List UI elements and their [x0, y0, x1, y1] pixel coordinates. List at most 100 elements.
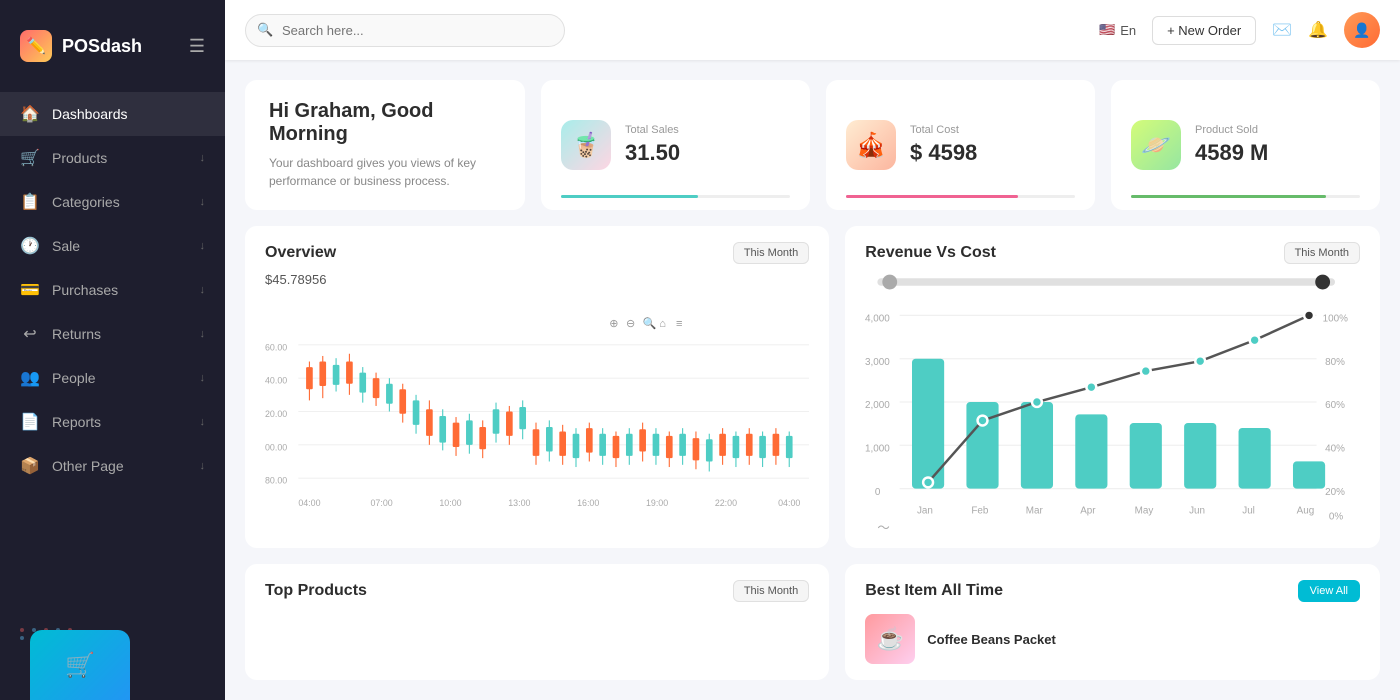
svg-text:07:00: 07:00: [371, 498, 393, 508]
sidebar-item-returns[interactable]: ↩ Returns ↓: [0, 312, 225, 356]
chevron-down-icon: ↓: [200, 240, 206, 252]
svg-text:≡: ≡: [676, 318, 682, 330]
svg-text:3,000: 3,000: [865, 357, 890, 368]
stat-card-total-cost: 🎪 Total Cost $ 4598: [826, 80, 1095, 210]
stat-value-product: 4589 M: [1195, 140, 1360, 166]
chevron-down-icon: ↓: [200, 460, 206, 472]
main-area: 🔍 🇺🇸 En + New Order ✉️ 🔔 👤 Hi Graham, Go…: [225, 0, 1400, 700]
svg-text:Jun: Jun: [1189, 505, 1205, 516]
sidebar-item-label: Categories: [52, 194, 120, 210]
overview-chart-value: $45.78956: [265, 272, 809, 287]
revenue-bar-chart: 4,000 3,000 2,000 1,000 0 100% 80% 60% 4…: [865, 272, 1360, 532]
item-thumbnail: ☕: [865, 614, 915, 664]
sidebar-item-purchases[interactable]: 💳 Purchases ↓: [0, 268, 225, 312]
stat-value-cost: $ 4598: [910, 140, 1075, 166]
logo-icon: ✏️: [20, 30, 52, 62]
welcome-title: Hi Graham, Good Morning: [269, 100, 501, 146]
svg-text:04:00: 04:00: [778, 498, 800, 508]
revenue-chart-title: Revenue Vs Cost: [865, 244, 996, 262]
purchases-icon: 💳: [20, 280, 40, 300]
stat-info-sales: Total Sales 31.50: [625, 124, 790, 166]
language-selector[interactable]: 🇺🇸 En: [1099, 22, 1136, 38]
stat-icon-sales: 🧋: [561, 120, 611, 170]
revenue-chart-card: Revenue Vs Cost This Month 4,000 3,000: [845, 226, 1380, 548]
sidebar-item-label: Returns: [52, 326, 101, 342]
stat-bar-fill-sales: [561, 195, 698, 198]
returns-icon: ↩: [20, 324, 40, 344]
sidebar-item-label: People: [52, 370, 96, 386]
dashboards-icon: 🏠: [20, 104, 40, 124]
svg-text:04:00: 04:00: [298, 498, 320, 508]
svg-text:00.00: 00.00: [265, 442, 287, 452]
hamburger-icon[interactable]: ☰: [189, 36, 205, 57]
top-products-period-button[interactable]: This Month: [733, 580, 809, 602]
chevron-down-icon: ↓: [200, 416, 206, 428]
welcome-card: Hi Graham, Good Morning Your dashboard g…: [245, 80, 525, 210]
search-box: 🔍: [245, 14, 565, 47]
svg-text:⊖: ⊖: [626, 318, 635, 330]
stat-bar-sales: [561, 195, 790, 198]
stat-info-product: Product Sold 4589 M: [1195, 124, 1360, 166]
svg-text:May: May: [1135, 505, 1154, 516]
stat-label-sales: Total Sales: [625, 124, 790, 136]
content: Hi Graham, Good Morning Your dashboard g…: [225, 60, 1400, 700]
chevron-down-icon: ↓: [200, 328, 206, 340]
stat-card-total-sales: 🧋 Total Sales 31.50: [541, 80, 810, 210]
svg-text:20%: 20%: [1325, 487, 1345, 498]
svg-text:100%: 100%: [1323, 314, 1348, 325]
sidebar-item-people[interactable]: 👥 People ↓: [0, 356, 225, 400]
stat-value-sales: 31.50: [625, 140, 790, 166]
revenue-period-button[interactable]: This Month: [1284, 242, 1360, 264]
sidebar-item-dashboards[interactable]: 🏠 Dashboards: [0, 92, 225, 136]
sidebar-item-products[interactable]: 🛒 Products ↓: [0, 136, 225, 180]
svg-text:80%: 80%: [1325, 357, 1345, 368]
overview-chart-title: Overview: [265, 244, 336, 262]
best-items-card: Best Item All Time View All ☕ Coffee Bea…: [845, 564, 1380, 680]
item-name: Coffee Beans Packet: [927, 632, 1056, 647]
sidebar-item-other-page[interactable]: 📦 Other Page ↓: [0, 444, 225, 488]
chevron-down-icon: ↓: [200, 284, 206, 296]
stat-info-cost: Total Cost $ 4598: [910, 124, 1075, 166]
new-order-button[interactable]: + New Order: [1152, 16, 1256, 45]
dot: [20, 636, 24, 640]
overview-chart-header: Overview This Month: [265, 242, 809, 264]
chevron-down-icon: ↓: [200, 196, 206, 208]
welcome-subtitle: Your dashboard gives you views of key pe…: [269, 154, 501, 190]
svg-text:60%: 60%: [1325, 400, 1345, 411]
search-input[interactable]: [245, 14, 565, 47]
best-item-row: ☕ Coffee Beans Packet: [865, 614, 1360, 664]
svg-text:Mar: Mar: [1026, 505, 1044, 516]
sidebar-item-sale[interactable]: 🕐 Sale ↓: [0, 224, 225, 268]
stat-bar-fill-product: [1131, 195, 1326, 198]
logo-text: POSdash: [62, 36, 142, 57]
header: 🔍 🇺🇸 En + New Order ✉️ 🔔 👤: [225, 0, 1400, 60]
flag-icon: 🇺🇸: [1099, 22, 1115, 38]
svg-text:20.00: 20.00: [265, 409, 287, 419]
language-label: En: [1120, 23, 1136, 38]
mail-icon[interactable]: ✉️: [1272, 20, 1292, 40]
stat-bar-product: [1131, 195, 1360, 198]
svg-text:🔍: 🔍: [643, 316, 657, 330]
app-container: ✏️ POSdash ☰ 🏠 Dashboards 🛒 Products ↓ 📋…: [0, 0, 1400, 700]
top-products-header: Top Products This Month: [265, 580, 809, 602]
svg-text:2,000: 2,000: [865, 400, 890, 411]
sidebar: ✏️ POSdash ☰ 🏠 Dashboards 🛒 Products ↓ 📋…: [0, 0, 225, 700]
bell-icon[interactable]: 🔔: [1308, 20, 1328, 40]
svg-text:10:00: 10:00: [439, 498, 461, 508]
decoration-card: 🛒: [30, 630, 130, 700]
chevron-down-icon: ↓: [200, 152, 206, 164]
sidebar-item-categories[interactable]: 📋 Categories ↓: [0, 180, 225, 224]
avatar[interactable]: 👤: [1344, 12, 1380, 48]
overview-period-button[interactable]: This Month: [733, 242, 809, 264]
sidebar-decoration: 🛒: [0, 580, 225, 700]
svg-text:⊕: ⊕: [609, 318, 618, 330]
view-all-button[interactable]: View All: [1298, 580, 1360, 602]
sidebar-item-reports[interactable]: 📄 Reports ↓: [0, 400, 225, 444]
other-page-icon: 📦: [20, 456, 40, 476]
overview-chart-body: ⊕ ⊖ 🔍 ⌂ ≡ 60.00 40.00 20.00 00.00 80.00: [265, 291, 809, 532]
stat-icon-cost: 🎪: [846, 120, 896, 170]
svg-text:Aug: Aug: [1297, 505, 1315, 516]
top-products-title: Top Products: [265, 582, 367, 600]
stat-label-product: Product Sold: [1195, 124, 1360, 136]
stat-bar-fill-cost: [846, 195, 1018, 198]
